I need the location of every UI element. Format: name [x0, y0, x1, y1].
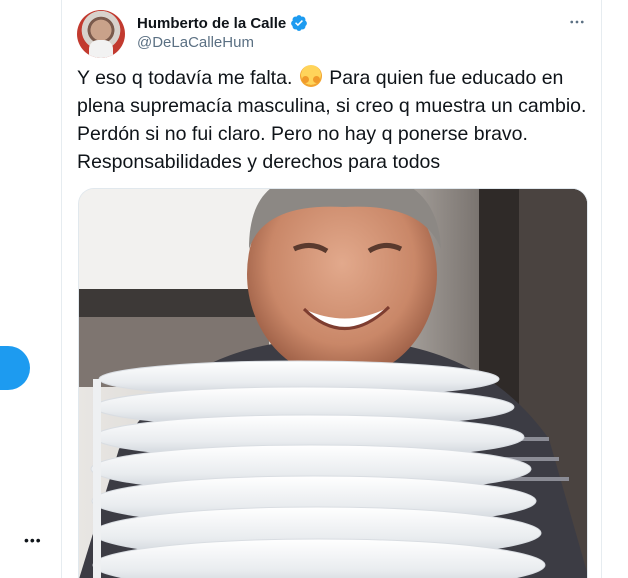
tweet-text: Y eso q todavía me falta. Para quien fue…: [77, 64, 592, 176]
tweet-text-part-1: Y eso q todavía me falta.: [77, 67, 293, 89]
tweet-author: Humberto de la Calle @DeLaCalleHum: [137, 14, 308, 51]
account-more-button[interactable]: •••: [24, 532, 42, 548]
author-name-row: Humberto de la Calle: [137, 14, 308, 32]
tweet-photo[interactable]: [78, 188, 588, 578]
author-handle[interactable]: @DeLaCalleHum: [137, 34, 308, 51]
author-display-name[interactable]: Humberto de la Calle: [137, 15, 286, 32]
more-button[interactable]: [567, 14, 587, 34]
avatar[interactable]: [77, 10, 125, 58]
more-horizontal-icon: [568, 13, 586, 36]
tweet-detail: Humberto de la Calle @DeLaCalleHum Y eso…: [61, 0, 602, 578]
hugging-face-emoji-icon: [299, 65, 322, 87]
compose-tweet-button[interactable]: [0, 346, 30, 390]
left-rail: •••: [0, 0, 60, 578]
verified-badge-icon: [290, 14, 308, 32]
